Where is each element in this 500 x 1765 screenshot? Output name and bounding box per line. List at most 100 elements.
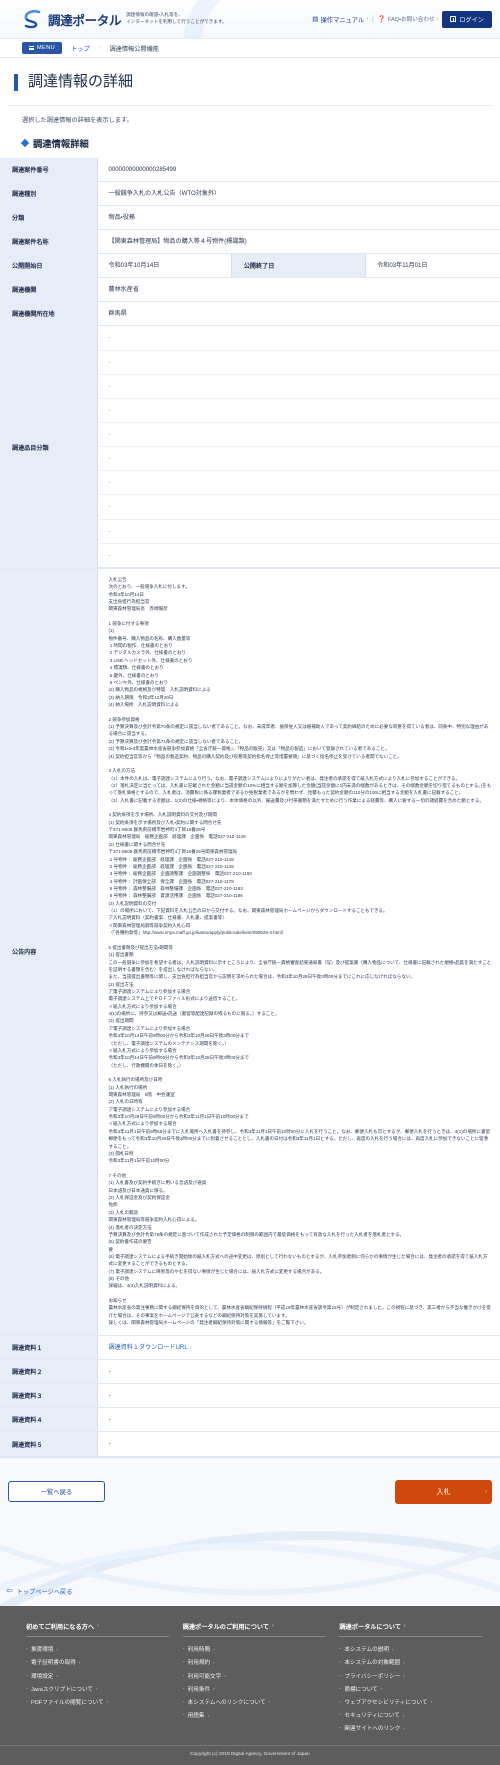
chevron-right-icon: › (56, 1673, 58, 1678)
row-value: 群馬県 (97, 302, 500, 326)
item-categories-cell: ---------- (97, 326, 500, 568)
footer-link[interactable]: 利用可能文字› (183, 1669, 326, 1682)
faq-link[interactable]: ❓ FAQ・お問い合わせ › (378, 15, 438, 23)
row-label: 調達案件番号 (0, 158, 97, 182)
row-label-end-date: 公開終了日 (231, 254, 365, 278)
login-icon (450, 16, 456, 22)
row-value-end-date: 令和03年11月01日 (366, 254, 500, 278)
footer-link[interactable]: セキュリティについて › (339, 1709, 482, 1722)
question-icon: ❓ (378, 15, 386, 23)
book-icon: ▤ (312, 15, 318, 23)
footer-link[interactable]: 利用条件› (183, 1682, 326, 1695)
chevron-right-icon: › (272, 1623, 274, 1629)
item-category-row: - (98, 374, 500, 398)
decorative-swoosh: ⇦ トップページへ戻る (0, 1530, 500, 1606)
breadcrumb-item-current: 調達情報公開機能 (109, 44, 159, 53)
footer-link-label: 商標について (344, 1685, 377, 1693)
footer-link[interactable]: PDFファイルの閲覧について› (26, 1695, 169, 1708)
chevron-right-icon: › (404, 1623, 406, 1629)
return-arrow-icon: ⇦ (6, 1587, 13, 1595)
footer-link[interactable]: 本システムの対象範囲› (339, 1656, 482, 1669)
footer-link-label: 推奨環境 (31, 1645, 53, 1653)
brand-logo[interactable]: 調達ポータル (22, 9, 121, 29)
footer-link-label: Javaスクリプトについて (31, 1685, 93, 1693)
chevron-right-icon: › (213, 1647, 215, 1652)
login-button[interactable]: ログイン (442, 11, 492, 28)
footer-link[interactable]: 関連サイトへのリンク› (339, 1722, 482, 1735)
row-value: 一般競争入札の入札公告（WTO対象外） (97, 181, 500, 205)
back-to-list-button[interactable]: 一覧へ戻る (8, 1481, 105, 1502)
footer-column-heading[interactable]: 調達ポータルのご利用について› (183, 1622, 326, 1637)
footer-link[interactable]: 用語集› (183, 1709, 326, 1722)
row-value-attachment-1: 調達資料１ダウンロードURL› (97, 1335, 500, 1360)
row-value: 【関東森林管理局】物品の購入等４号物件(標識類) (97, 229, 500, 253)
row-label-attachment-2: 調達資料２ (0, 1360, 97, 1384)
attachment-1-download-link[interactable]: 調達資料１ダウンロードURL› (109, 1344, 192, 1351)
chevron-right-icon: › (213, 1660, 215, 1665)
brand-tagline: 調達情報の確認・入札等を、 インターネットを利用して行うことができます。 (126, 12, 226, 25)
item-category-value: - (98, 423, 500, 447)
chevron-right-icon: › (107, 1699, 109, 1704)
table-row: 調達機関 農林水産省 (0, 278, 500, 302)
footer-column-heading-label: 初めてご利用になる方へ (26, 1622, 94, 1631)
item-category-value: - (98, 398, 500, 422)
footer-link[interactable]: 商標について› (339, 1682, 482, 1695)
footer-link[interactable]: 利用規約› (183, 1656, 326, 1669)
footer-link-label: 用語集 (188, 1711, 205, 1719)
footer-link[interactable]: ウェブアクセシビリティについて› (339, 1695, 482, 1708)
footer-link[interactable]: 推奨環境› (26, 1643, 169, 1656)
row-label-attachment-5: 調達資料５ (0, 1432, 97, 1456)
bid-button-label: 入札 (437, 1487, 451, 1497)
section-heading: 調達情報詳細 (8, 134, 492, 158)
row-value: 物品・役務 (97, 205, 500, 229)
footer-column-heading[interactable]: 調達ポータルについて› (339, 1622, 482, 1637)
footer-link-label: 利用可能文字 (188, 1672, 222, 1680)
table-row-attachment: 調達資料４ - (0, 1408, 500, 1432)
back-to-top-link[interactable]: ⇦ トップページへ戻る (6, 1587, 72, 1596)
manual-link[interactable]: ▤ 操作マニュアル › (312, 15, 368, 24)
chevron-right-icon: › (224, 1673, 226, 1678)
row-label: 調達機関所在地 (0, 302, 97, 326)
table-row-publication-dates: 公開開始日 令和03年10月14日 公開終了日 令和03年11月01日 (0, 254, 500, 278)
swoosh-graphic (0, 1530, 500, 1606)
footer-link[interactable]: 電子証明書の取得› (26, 1656, 169, 1669)
table-row: 調達案件番号 00000000000000285499 (0, 158, 500, 182)
footer-link[interactable]: 環境設定› (26, 1669, 169, 1682)
footer-link[interactable]: 利用時間› (183, 1643, 326, 1656)
item-category-row: - (98, 350, 500, 374)
menu-button[interactable]: MENU (22, 42, 62, 54)
item-category-row: - (98, 495, 500, 519)
footer-link[interactable]: プライバシーポリシー› (339, 1669, 482, 1682)
row-label-attachment-4: 調達資料４ (0, 1408, 97, 1432)
row-value-attachment-2: - (97, 1360, 500, 1384)
footer-link-label: プライバシーポリシー (344, 1672, 400, 1680)
chevron-right-icon: › (366, 16, 368, 22)
breadcrumb-item-top[interactable]: トップ (71, 44, 90, 53)
footer-link[interactable]: 本システムの説明› (339, 1643, 482, 1656)
breadcrumb: MENU トップ › 調達情報公開機能 (0, 38, 500, 58)
footer-column-heading-label: 調達ポータルについて (339, 1622, 401, 1631)
row-value-attachment-5: - (97, 1432, 500, 1456)
bid-button[interactable]: 入札 › (395, 1480, 492, 1504)
table-row: 調達機関所在地 群馬県 (0, 302, 500, 326)
footer-link[interactable]: Javaスクリプトについて› (26, 1682, 169, 1695)
menu-button-label: MENU (37, 45, 55, 51)
row-label-item-categories: 調達品目分類 (0, 326, 97, 568)
back-to-top-label: トップページへ戻る (17, 1587, 73, 1596)
chevron-right-icon: › (485, 1489, 487, 1495)
footer-link-label: ウェブアクセシビリティについて (344, 1698, 427, 1706)
row-value: 00000000000000285499 (97, 158, 500, 182)
chevron-right-icon: › (403, 1713, 405, 1718)
item-category-value: - (98, 519, 500, 543)
row-label: 調達種別 (0, 181, 97, 205)
footer-link-label: セキュリティについて (344, 1711, 399, 1719)
footer-link-label: 利用規約 (188, 1658, 210, 1666)
footer-link[interactable]: 本システムへのリンクについて› (183, 1695, 326, 1708)
footer-column-heading[interactable]: 初めてご利用になる方へ› (26, 1622, 169, 1637)
footer-link-label: 電子証明書の取得 (31, 1658, 76, 1666)
manual-link-label: 操作マニュアル (320, 15, 364, 24)
table-row: 調達種別 一般競争入札の入札公告（WTO対象外） (0, 181, 500, 205)
chevron-right-icon: › (56, 1647, 58, 1652)
tagline-line-1: 調達情報の確認・入札等を、 (126, 12, 226, 19)
footer-column: 調達ポータルについて›本システムの説明›本システムの対象範囲›プライバシーポリシ… (339, 1622, 482, 1735)
